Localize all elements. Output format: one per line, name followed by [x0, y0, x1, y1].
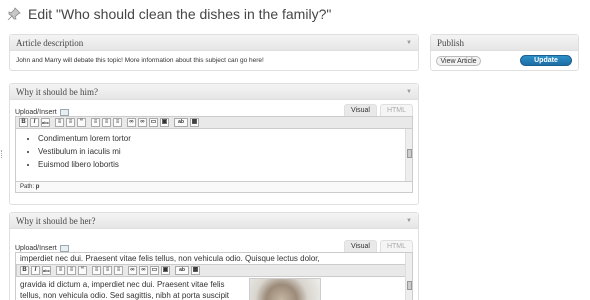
update-button[interactable]: Update — [520, 55, 572, 66]
fullscreen-button[interactable]: ▣ — [161, 266, 170, 275]
blockquote-button[interactable]: “ — [77, 118, 86, 127]
insert-link-button[interactable]: ∞ — [127, 118, 136, 127]
add-media-icon[interactable] — [59, 109, 69, 116]
list-item: Vestibulum in iaculis mi — [38, 145, 412, 158]
editor-resize-marker — [1, 150, 3, 158]
collapse-arrow-icon[interactable]: ▼ — [406, 40, 412, 46]
editor-him-content[interactable]: Condimentum lorem tortor Vestibulum in i… — [15, 129, 413, 182]
italic-button[interactable]: I — [31, 266, 40, 275]
align-left-button[interactable]: ≡ — [92, 266, 101, 275]
editor-her-content[interactable]: imperdiet nec dui. Praesent vitae felis … — [15, 252, 413, 300]
numbered-list-button[interactable]: ≡ — [66, 118, 75, 127]
tab-visual[interactable]: Visual — [343, 104, 377, 116]
editor-scrollbar[interactable] — [405, 253, 412, 300]
list-item: Euismod libero lobortis — [38, 158, 412, 171]
align-right-button[interactable]: ≡ — [114, 266, 123, 275]
editor-path-bar: Path: p — [15, 182, 413, 193]
publish-header[interactable]: Publish — [431, 35, 578, 51]
tab-html[interactable]: HTML — [379, 104, 413, 116]
inline-photo[interactable] — [249, 278, 321, 300]
kitchen-sink-button[interactable]: ▦ — [190, 118, 199, 127]
spellcheck-button[interactable]: ab — [174, 118, 188, 127]
add-media-icon[interactable] — [59, 245, 69, 252]
align-left-button[interactable]: ≡ — [91, 118, 100, 127]
list-item: Condimentum lorem tortor — [38, 132, 412, 145]
spellcheck-button[interactable]: ab — [175, 266, 189, 275]
editor-toolbar: B I abc ≡ ≡ “ ≡ ≡ ≡ ∞ ∞ ▭ ▣ ab ▦ — [15, 116, 413, 129]
article-description-text: John and Marry will debate this topic! M… — [16, 57, 264, 64]
numbered-list-button[interactable]: ≡ — [67, 266, 76, 275]
editor-tabs: Visual HTML — [341, 240, 413, 252]
editor-her-title: Why it should be her? — [16, 215, 96, 226]
paragraph-line: imperdiet nec dui. Praesent vitae felis … — [20, 254, 320, 263]
article-description-box: Article description ▼ John and Marry wil… — [9, 34, 419, 71]
editor-him-title: Why it should be him? — [16, 86, 98, 97]
collapse-arrow-icon[interactable]: ▼ — [406, 218, 412, 224]
editor-her-box: Why it should be her? ▼ Upload/Insert Vi… — [9, 212, 419, 300]
scrollbar-thumb[interactable] — [407, 281, 412, 290]
insert-more-button[interactable]: ▭ — [149, 118, 158, 127]
scrollbar-thumb[interactable] — [407, 149, 412, 158]
path-value[interactable]: p — [36, 184, 40, 190]
unlink-button[interactable]: ∞ — [138, 118, 147, 127]
insert-more-button[interactable]: ▭ — [150, 266, 159, 275]
path-label: Path: — [20, 184, 35, 190]
article-description-header[interactable]: Article description ▼ — [10, 35, 418, 51]
paragraph-line: gravida id dictum a, imperdiet nec dui. … — [20, 280, 225, 289]
page-header: Edit "Who should clean the dishes in the… — [6, 3, 331, 25]
bullet-list-button[interactable]: ≡ — [55, 118, 64, 127]
pushpin-icon — [7, 7, 21, 21]
tab-visual[interactable]: Visual — [343, 240, 377, 252]
editor-him-box: Why it should be him? ▼ Upload/Insert Vi… — [9, 83, 419, 205]
kitchen-sink-button[interactable]: ▦ — [191, 266, 200, 275]
strikethrough-button[interactable]: abc — [41, 118, 50, 127]
collapse-arrow-icon[interactable]: ▼ — [406, 89, 412, 95]
align-center-button[interactable]: ≡ — [103, 266, 112, 275]
editor-toolbar: B I abc ≡ ≡ “ ≡ ≡ ≡ ∞ ∞ ▭ ▣ ab ▦ — [16, 264, 412, 277]
upload-insert-label: Upload/Insert — [15, 109, 57, 116]
paragraph-line: tellus, non vehicula odio. Sed sagittis,… — [20, 291, 230, 300]
insert-link-button[interactable]: ∞ — [128, 266, 137, 275]
tab-html[interactable]: HTML — [379, 240, 413, 252]
blockquote-button[interactable]: “ — [78, 266, 87, 275]
editor-scrollbar[interactable] — [405, 129, 412, 181]
editor-her: Upload/Insert Visual HTML imperdiet nec … — [15, 229, 413, 300]
align-center-button[interactable]: ≡ — [102, 118, 111, 127]
italic-button[interactable]: I — [30, 118, 39, 127]
strikethrough-button[interactable]: abc — [42, 266, 51, 275]
bullet-list-button[interactable]: ≡ — [56, 266, 65, 275]
page-title: Edit "Who should clean the dishes in the… — [28, 6, 332, 22]
upload-insert-label: Upload/Insert — [15, 245, 57, 252]
upload-insert[interactable]: Upload/Insert — [15, 109, 69, 116]
bullet-list: Condimentum lorem tortor Vestibulum in i… — [16, 132, 412, 171]
align-right-button[interactable]: ≡ — [113, 118, 122, 127]
upload-insert[interactable]: Upload/Insert — [15, 245, 69, 252]
fullscreen-button[interactable]: ▣ — [160, 118, 169, 127]
editor-her-header[interactable]: Why it should be her? ▼ — [10, 213, 418, 229]
bold-button[interactable]: B — [20, 266, 29, 275]
publish-title: Publish — [437, 37, 465, 48]
unlink-button[interactable]: ∞ — [139, 266, 148, 275]
bold-button[interactable]: B — [19, 118, 28, 127]
editor-upload-row: Upload/Insert Visual HTML — [15, 100, 413, 116]
article-description-title: Article description — [16, 37, 84, 48]
view-article-button[interactable]: View Article — [436, 56, 481, 66]
editor-upload-row: Upload/Insert Visual HTML — [15, 229, 413, 252]
editor-him-header[interactable]: Why it should be him? ▼ — [10, 84, 418, 100]
editor-him: Upload/Insert Visual HTML B I abc ≡ ≡ “ … — [15, 100, 413, 193]
editor-tabs: Visual HTML — [341, 104, 413, 116]
